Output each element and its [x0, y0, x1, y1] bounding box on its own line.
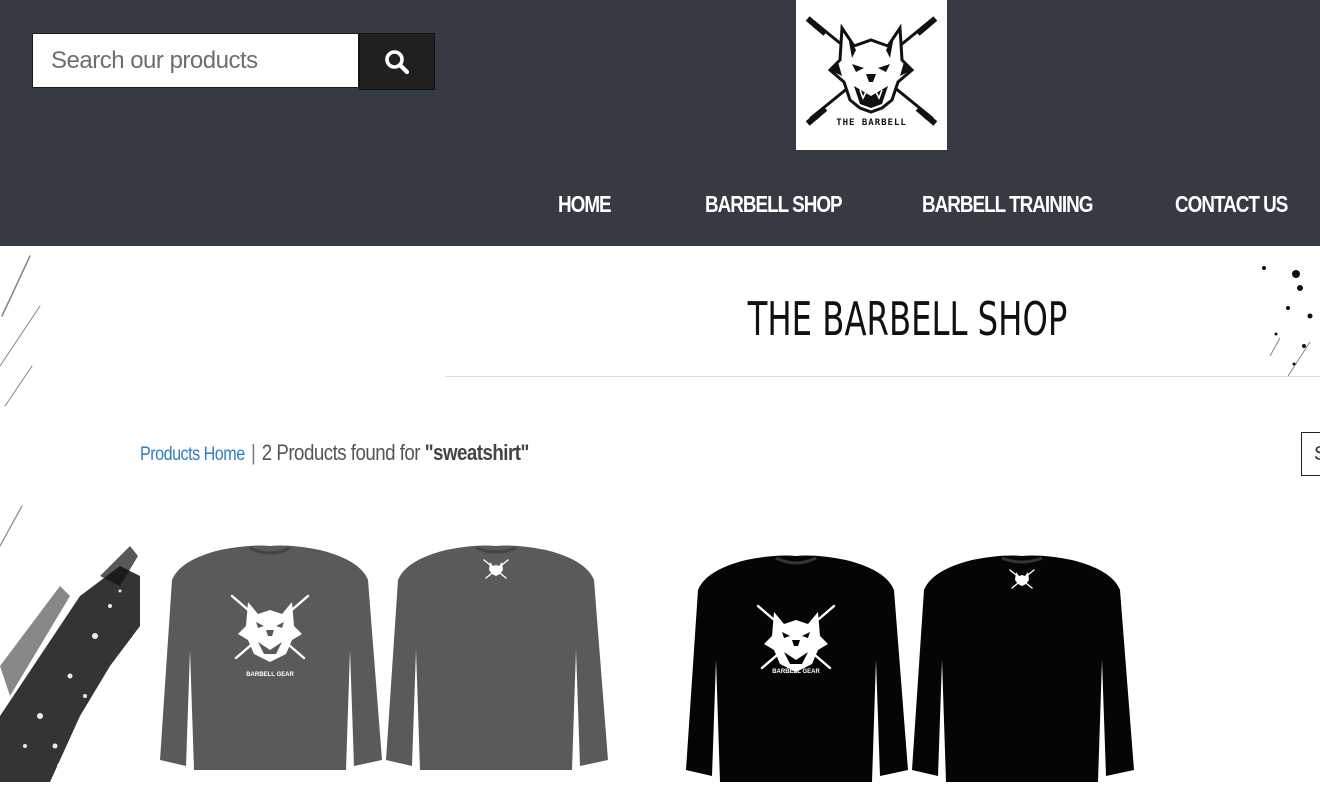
product-card-black-sweatshirt[interactable]: BARBELL GEAR — [676, 530, 1146, 782]
product-card-grey-sweatshirt[interactable]: BARBELL GEAR — [150, 530, 620, 782]
search-term: "sweatshirt" — [424, 440, 530, 465]
search-icon — [385, 49, 410, 74]
product-print-text-grey: BARBELL GEAR — [246, 672, 294, 678]
nav-barbell-shop[interactable]: BARBELL SHOP — [705, 186, 843, 222]
product-image-black: BARBELL GEAR — [686, 555, 1134, 782]
sort-select[interactable]: S — [1301, 432, 1320, 476]
search-input[interactable] — [32, 33, 359, 88]
products-home-link[interactable]: Products Home — [140, 444, 245, 465]
product-image-grey: BARBELL GEAR — [160, 545, 608, 770]
sort-select-label: S — [1314, 443, 1320, 465]
breadcrumb: Products Home | 2 Products found for "sw… — [140, 440, 529, 466]
nav-barbell-training[interactable]: BARBELL TRAINING — [922, 186, 1093, 222]
site-header: THE BARBELL HOME BARBELL SHOP BARBELL TR… — [0, 0, 1320, 246]
product-print-text-black: BARBELL GEAR — [772, 669, 820, 675]
result-count-text: 2 Products found for — [261, 440, 425, 465]
search-button[interactable] — [359, 33, 435, 90]
site-logo[interactable]: THE BARBELL — [796, 0, 947, 150]
nav-home[interactable]: HOME — [558, 186, 612, 222]
grunge-texture-left — [0, 255, 140, 782]
nav-contact-us[interactable]: CONTACT US — [1175, 186, 1288, 222]
page-title: THE BARBELL SHOP — [747, 292, 1068, 346]
title-divider — [445, 376, 1320, 377]
breadcrumb-separator: | — [251, 440, 256, 465]
logo-text: THE BARBELL — [836, 118, 907, 128]
